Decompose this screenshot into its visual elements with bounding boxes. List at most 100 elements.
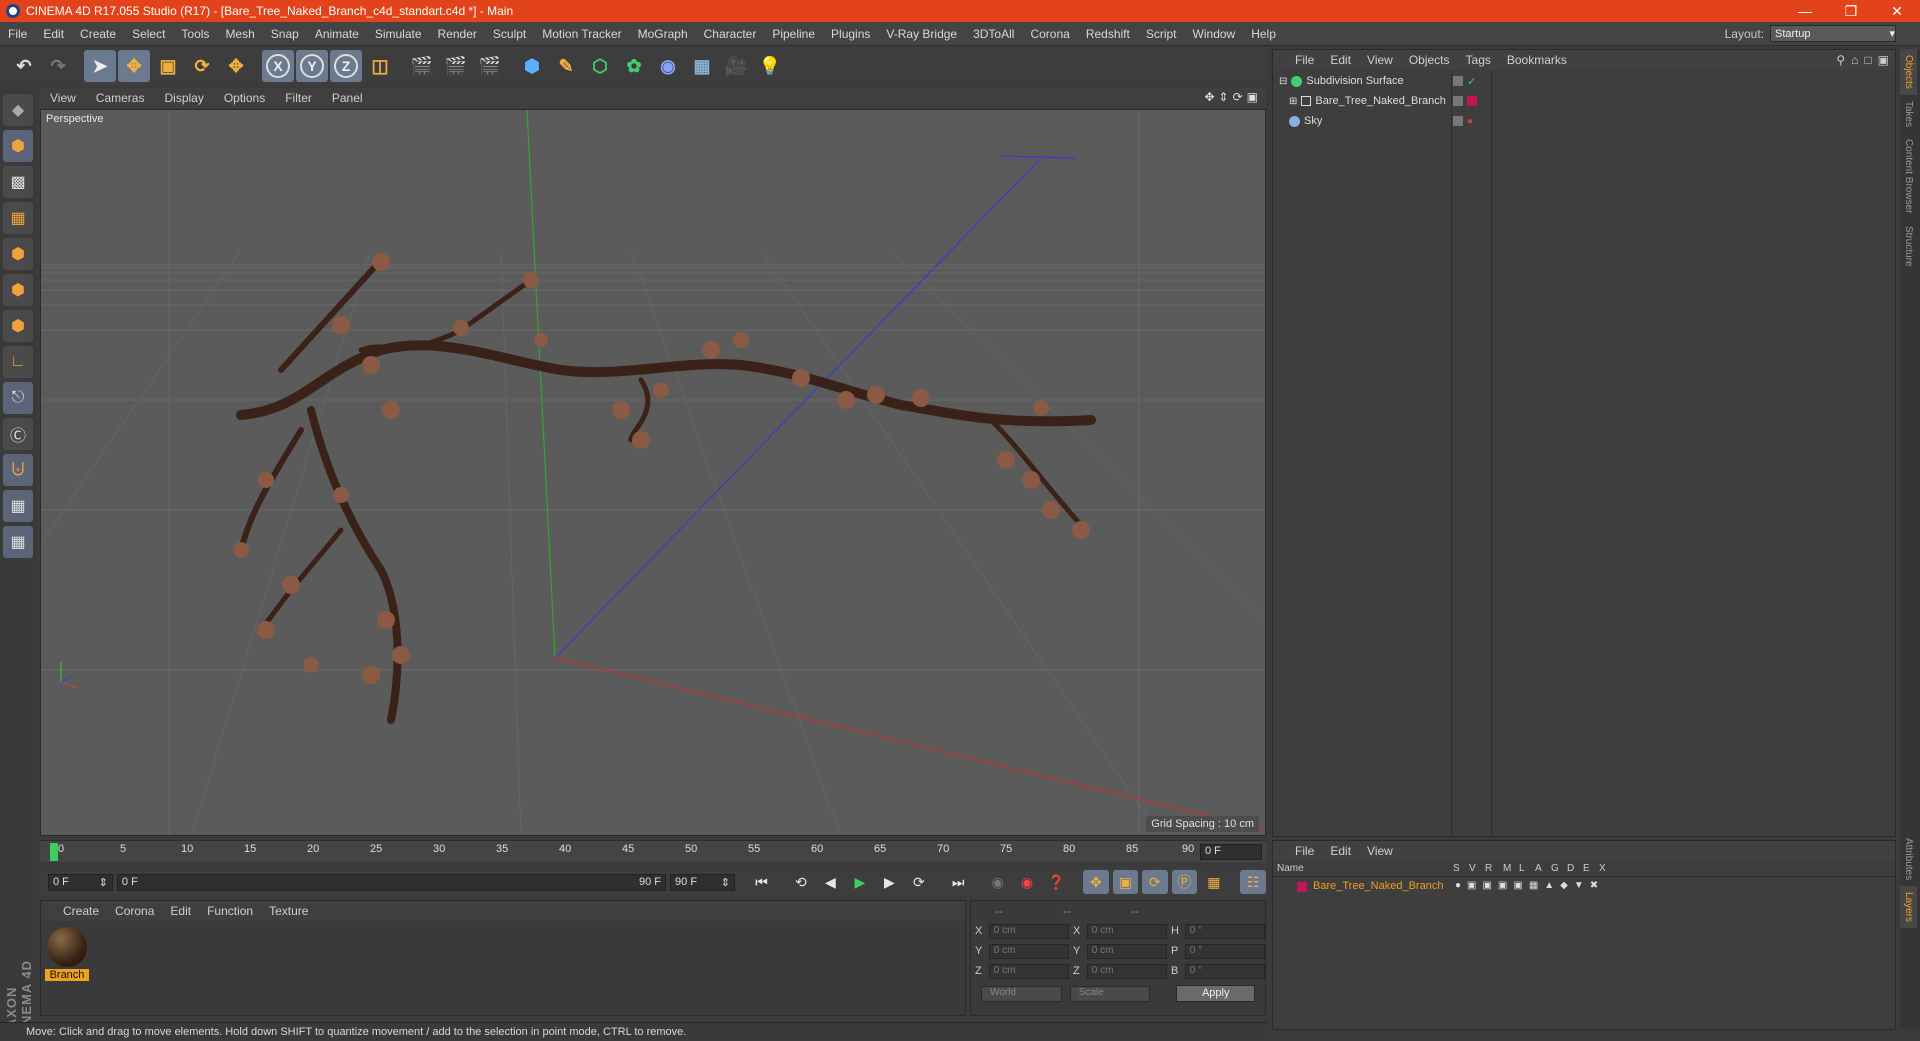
rotation-p-field[interactable]: 0 ° — [1185, 944, 1265, 959]
objects-menu-view[interactable]: View — [1359, 53, 1401, 67]
end-frame-field[interactable]: 90 F⇕ — [670, 874, 735, 891]
floor-icon[interactable]: ▦ — [686, 50, 718, 82]
viewport-menu-options[interactable]: Options — [214, 91, 275, 105]
coordinate-system-icon[interactable]: ◫ — [364, 50, 396, 82]
pan-view-icon[interactable]: ✥ — [1204, 90, 1214, 104]
viewport-menu-view[interactable]: View — [40, 91, 86, 105]
perspective-viewport[interactable]: Perspective Grid Spacing : 10 cm — [40, 109, 1266, 836]
object-row[interactable]: ⊞ Bare_Tree_Naked_Branch — [1273, 92, 1895, 110]
side-tab-attributes[interactable]: Attributes — [1900, 832, 1917, 886]
size-z-field[interactable]: 0 cm — [1087, 964, 1167, 979]
close-icon[interactable]: ✕ — [1874, 3, 1920, 20]
live-selection-icon[interactable]: ➤ — [84, 50, 116, 82]
enabled-check-icon[interactable]: ✓ — [1467, 75, 1476, 88]
move-view-icon[interactable]: ⇕ — [1219, 90, 1229, 104]
coordinate-space-dropdown[interactable]: World — [981, 986, 1062, 1002]
material-menu-edit[interactable]: Edit — [162, 904, 199, 918]
layers-menu-edit[interactable]: Edit — [1322, 844, 1359, 858]
position-x-field[interactable]: 0 cm — [989, 924, 1069, 939]
size-mode-dropdown[interactable]: Scale — [1070, 986, 1151, 1002]
object-row[interactable]: Sky ● — [1273, 112, 1895, 130]
menu-mograph[interactable]: MoGraph — [630, 27, 696, 41]
menu-tools[interactable]: Tools — [173, 27, 217, 41]
redo-icon[interactable]: ↷ — [42, 50, 74, 82]
play-forward-icon[interactable]: ▶ — [847, 870, 872, 894]
menu-window[interactable]: Window — [1185, 27, 1244, 41]
subdivision-generator-icon[interactable]: ⬡ — [584, 50, 616, 82]
x-axis-icon[interactable]: X — [262, 50, 294, 82]
menu-edit[interactable]: Edit — [35, 27, 72, 41]
timeline-ruler[interactable]: 0 5 10 15 20 25 30 35 40 45 50 55 60 65 … — [40, 840, 1266, 862]
collapse-icon[interactable]: ⊟ — [1279, 76, 1287, 87]
apply-button[interactable]: Apply — [1176, 985, 1255, 1002]
points-mode-icon[interactable]: ⬢ — [3, 238, 33, 270]
material-swatch[interactable]: Branch — [45, 925, 89, 983]
texture-mode-icon[interactable]: ▩ — [3, 166, 33, 198]
y-axis-icon[interactable]: Y — [296, 50, 328, 82]
polygons-mode-icon[interactable]: ⬢ — [3, 310, 33, 342]
solo-mode-icon[interactable]: Ⓒ — [3, 418, 33, 450]
home-icon[interactable]: ⌂ — [1851, 53, 1858, 67]
restore-icon[interactable]: ❐ — [1828, 3, 1874, 20]
layer-color-swatch[interactable] — [1297, 882, 1307, 892]
menu-select[interactable]: Select — [124, 27, 173, 41]
objects-menu-file[interactable]: File — [1287, 53, 1322, 67]
menu-pipeline[interactable]: Pipeline — [764, 27, 823, 41]
layers-menu-file[interactable]: File — [1287, 844, 1322, 858]
autokeying-icon[interactable]: ◉ — [1014, 870, 1039, 894]
make-editable-icon[interactable]: ◆ — [3, 94, 33, 126]
light-icon[interactable]: 💡 — [754, 50, 786, 82]
menu-corona[interactable]: Corona — [1022, 27, 1077, 41]
transform-tool-icon[interactable]: ✥ — [220, 50, 252, 82]
snap-icon[interactable]: ⨄ — [3, 454, 33, 486]
record-keys-icon[interactable]: ◉ — [985, 870, 1010, 894]
objects-menu-tags[interactable]: Tags — [1458, 53, 1499, 67]
go-to-start-icon[interactable]: ⏮ — [749, 870, 774, 894]
quantize-icon[interactable]: ▦ — [3, 526, 33, 558]
edges-mode-icon[interactable]: ⬢ — [3, 274, 33, 306]
menu-render[interactable]: Render — [430, 27, 485, 41]
edit-render-settings-icon[interactable]: 🎬 — [474, 50, 506, 82]
deformer-icon[interactable]: ◉ — [652, 50, 684, 82]
viewport-menu-filter[interactable]: Filter — [275, 91, 322, 105]
material-tag-icon[interactable] — [1467, 96, 1477, 106]
menu-sculpt[interactable]: Sculpt — [485, 27, 534, 41]
menu-plugins[interactable]: Plugins — [823, 27, 878, 41]
position-z-field[interactable]: 0 cm — [989, 964, 1069, 979]
visibility-toggle-icon[interactable] — [1453, 116, 1463, 126]
playhead-marker[interactable] — [50, 843, 58, 861]
timeline-window-icon[interactable]: ☷ — [1240, 870, 1265, 894]
menu-motion-tracker[interactable]: Motion Tracker — [534, 27, 629, 41]
menu-simulate[interactable]: Simulate — [367, 27, 430, 41]
render-picture-viewer-icon[interactable]: 🎬 — [440, 50, 472, 82]
key-point-level-icon[interactable]: ▦ — [1201, 870, 1226, 894]
axis-mode-icon[interactable]: ∟ — [3, 346, 33, 378]
search-icon[interactable]: ⚲ — [1836, 53, 1845, 67]
size-y-field[interactable]: 0 cm — [1087, 944, 1167, 959]
key-parameter-icon[interactable]: Ⓟ — [1172, 870, 1197, 894]
rotation-h-field[interactable]: 0 ° — [1185, 924, 1265, 939]
workplane-lock-icon[interactable]: ▦ — [3, 490, 33, 522]
rotate-tool-icon[interactable]: ⟳ — [186, 50, 218, 82]
z-axis-icon[interactable]: Z — [330, 50, 362, 82]
side-tab-takes[interactable]: Takes — [1900, 95, 1917, 133]
side-tab-layers[interactable]: Layers — [1900, 886, 1917, 928]
rotation-b-field[interactable]: 0 ° — [1185, 964, 1265, 979]
go-to-end-icon[interactable]: ⏭ — [945, 870, 970, 894]
side-tab-structure[interactable]: Structure — [1900, 220, 1917, 273]
workplane-icon[interactable]: ▦ — [3, 202, 33, 234]
cube-object-icon[interactable]: ⬢ — [516, 50, 548, 82]
position-y-field[interactable]: 0 cm — [989, 944, 1069, 959]
material-menu-texture[interactable]: Texture — [261, 904, 316, 918]
next-frame-icon[interactable]: ▶ — [877, 870, 902, 894]
tweak-mode-icon[interactable]: ⎋ — [3, 382, 33, 414]
material-menu-create[interactable]: Create — [55, 904, 107, 918]
menu-redshift[interactable]: Redshift — [1078, 27, 1138, 41]
frame-range-slider[interactable]: 0 F90 F — [117, 874, 666, 891]
lock-icon[interactable]: ▣ — [1878, 53, 1889, 67]
objects-menu-edit[interactable]: Edit — [1322, 53, 1359, 67]
menu-vray-bridge[interactable]: V-Ray Bridge — [878, 27, 965, 41]
undo-icon[interactable]: ↶ — [8, 50, 40, 82]
viewport-menu-display[interactable]: Display — [154, 91, 213, 105]
menu-animate[interactable]: Animate — [307, 27, 367, 41]
